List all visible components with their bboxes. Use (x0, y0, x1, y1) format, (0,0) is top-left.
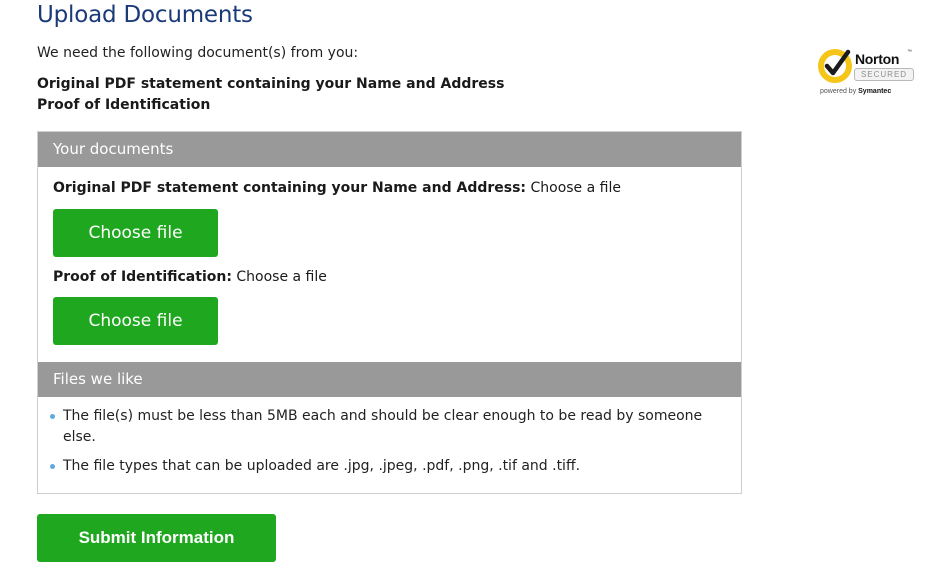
bullet-icon (50, 464, 55, 469)
norton-wordmark: Norton (855, 51, 900, 67)
documents-panel: Your documents Original PDF statement co… (37, 131, 742, 494)
upload-documents-page: Upload Documents We need the following d… (0, 0, 946, 577)
list-item: The file types that can be uploaded are … (50, 456, 710, 477)
list-item: The file(s) must be less than 5MB each a… (50, 406, 710, 448)
file-rule-2: The file types that can be uploaded are … (63, 458, 581, 474)
powered-by-prefix: powered by (820, 88, 859, 95)
document-1-status: Choose a file (526, 180, 621, 196)
your-documents-header: Your documents (38, 132, 741, 167)
document-2-status: Choose a file (231, 269, 327, 285)
bullet-icon (50, 414, 55, 419)
choose-file-button-1[interactable]: Choose file (53, 209, 218, 257)
document-2-label: Proof of Identification: Choose a file (53, 269, 327, 285)
norton-trademark: ™ (907, 49, 912, 55)
document-1-label: Original PDF statement containing your N… (53, 180, 621, 196)
file-rule-1: The file(s) must be less than 5MB each a… (63, 408, 703, 445)
document-1-name: Original PDF statement containing your N… (53, 180, 527, 196)
norton-powered-by: powered by Symantec (820, 88, 891, 95)
intro-text: We need the following document(s) from y… (37, 45, 359, 61)
norton-secured-badge[interactable]: Norton ™ SECURED powered by Symantec (815, 42, 919, 102)
page-title: Upload Documents (37, 2, 253, 28)
document-2-name: Proof of Identification: (53, 269, 232, 285)
norton-checkmark-icon (818, 49, 852, 83)
submit-information-button[interactable]: Submit Information (37, 514, 276, 562)
norton-secured-label: SECURED (854, 68, 914, 81)
required-doc-2: Proof of Identification (37, 97, 211, 113)
files-we-like-header: Files we like (38, 362, 741, 397)
required-doc-1: Original PDF statement containing your N… (37, 76, 505, 92)
file-rules-list: The file(s) must be less than 5MB each a… (50, 406, 710, 485)
powered-by-brand: Symantec (858, 88, 892, 95)
choose-file-button-2[interactable]: Choose file (53, 297, 218, 345)
